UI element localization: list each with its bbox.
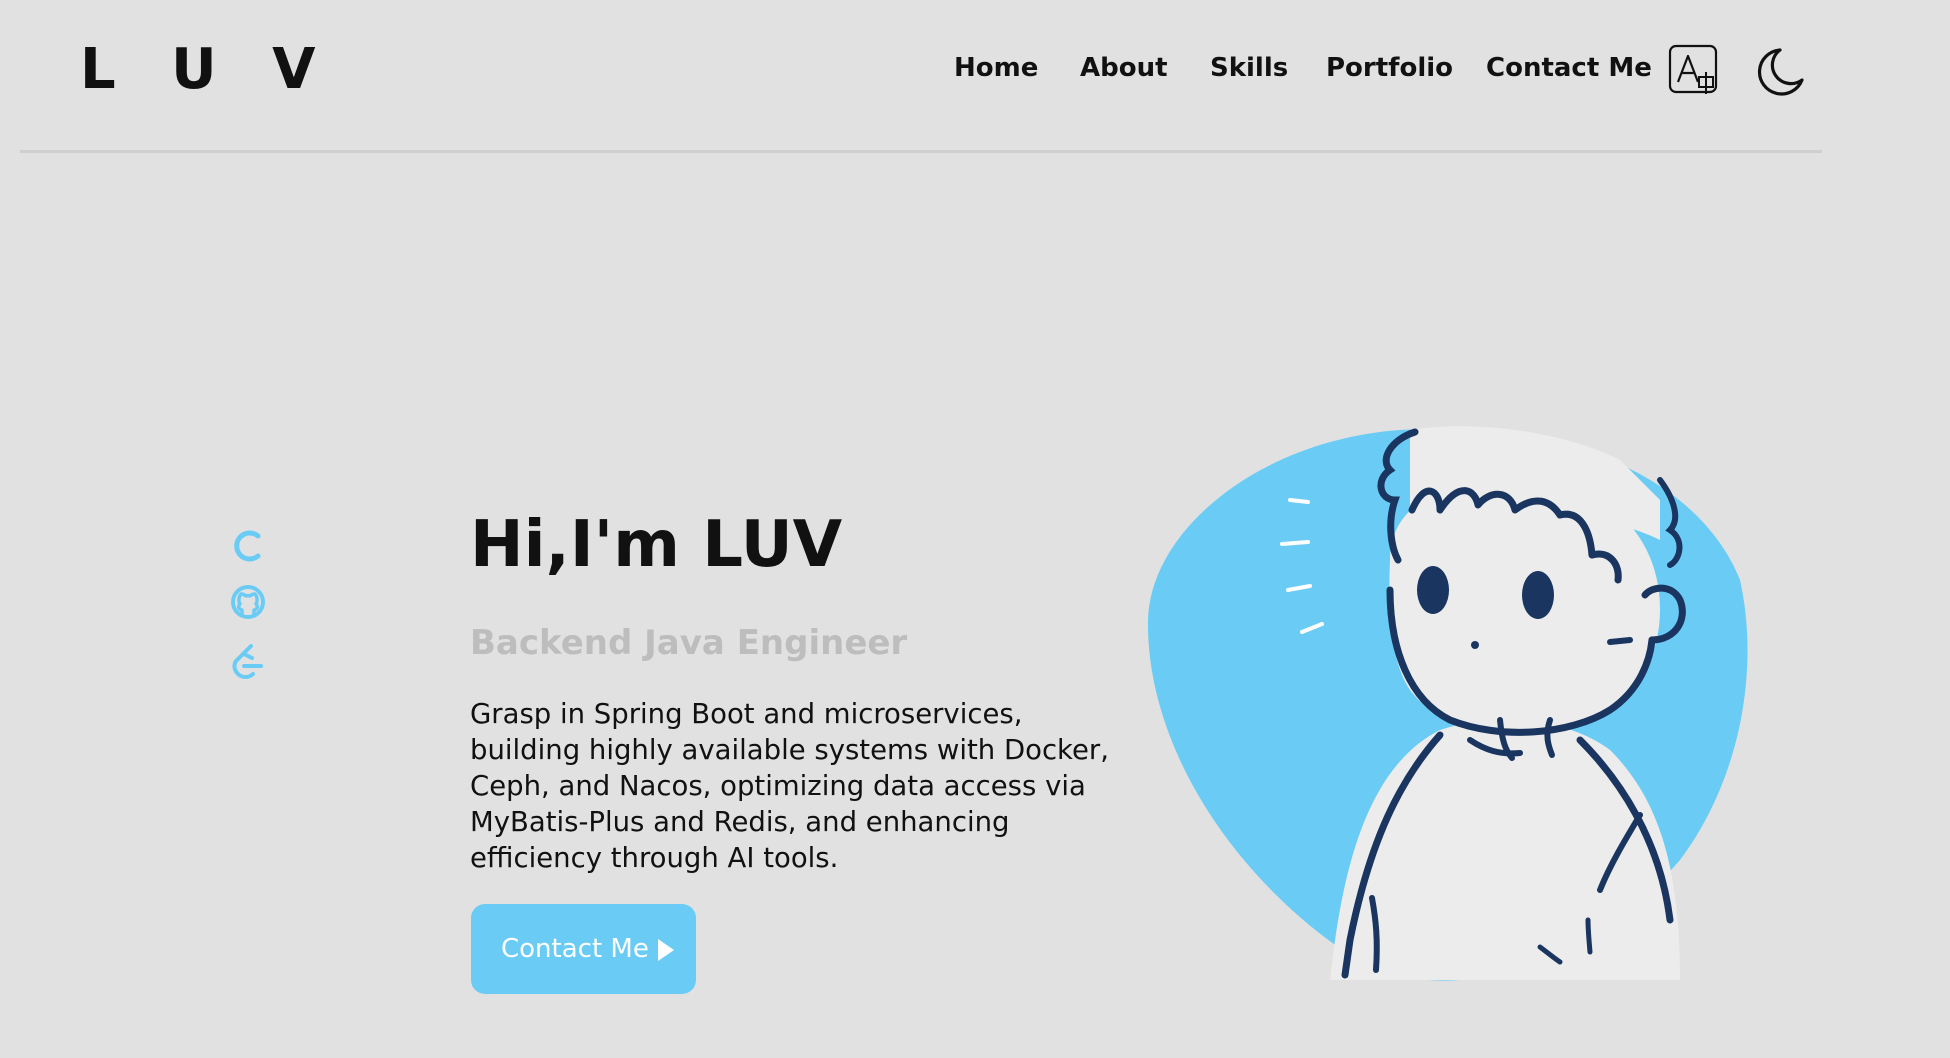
leetcode-icon[interactable] <box>228 642 268 682</box>
page: L U V Home About Skills Portfolio Contac… <box>0 0 1950 1058</box>
avatar-illustration <box>1140 420 1760 1000</box>
nav-contact[interactable]: Contact Me <box>1486 50 1652 86</box>
contact-me-button[interactable]: Contact Me <box>471 904 696 994</box>
nav-about[interactable]: About <box>1080 50 1168 86</box>
main-nav: Home About Skills Portfolio Contact Me <box>0 50 1950 90</box>
contact-me-button-label: Contact Me <box>501 934 649 964</box>
github-icon[interactable] <box>228 582 268 622</box>
hero-title: Hi,I'm LUV <box>470 508 843 582</box>
header-divider <box>20 150 1822 153</box>
hero-description: Grasp in Spring Boot and microservices, … <box>470 698 1109 874</box>
nav-skills[interactable]: Skills <box>1210 50 1288 86</box>
nav-home[interactable]: Home <box>954 50 1038 86</box>
translate-icon[interactable] <box>1668 44 1722 98</box>
moon-icon[interactable] <box>1752 44 1808 100</box>
csdn-icon[interactable] <box>228 526 268 566</box>
nav-portfolio[interactable]: Portfolio <box>1326 50 1453 86</box>
hero-subtitle: Backend Java Engineer <box>470 623 908 663</box>
play-arrow-icon <box>658 939 674 961</box>
